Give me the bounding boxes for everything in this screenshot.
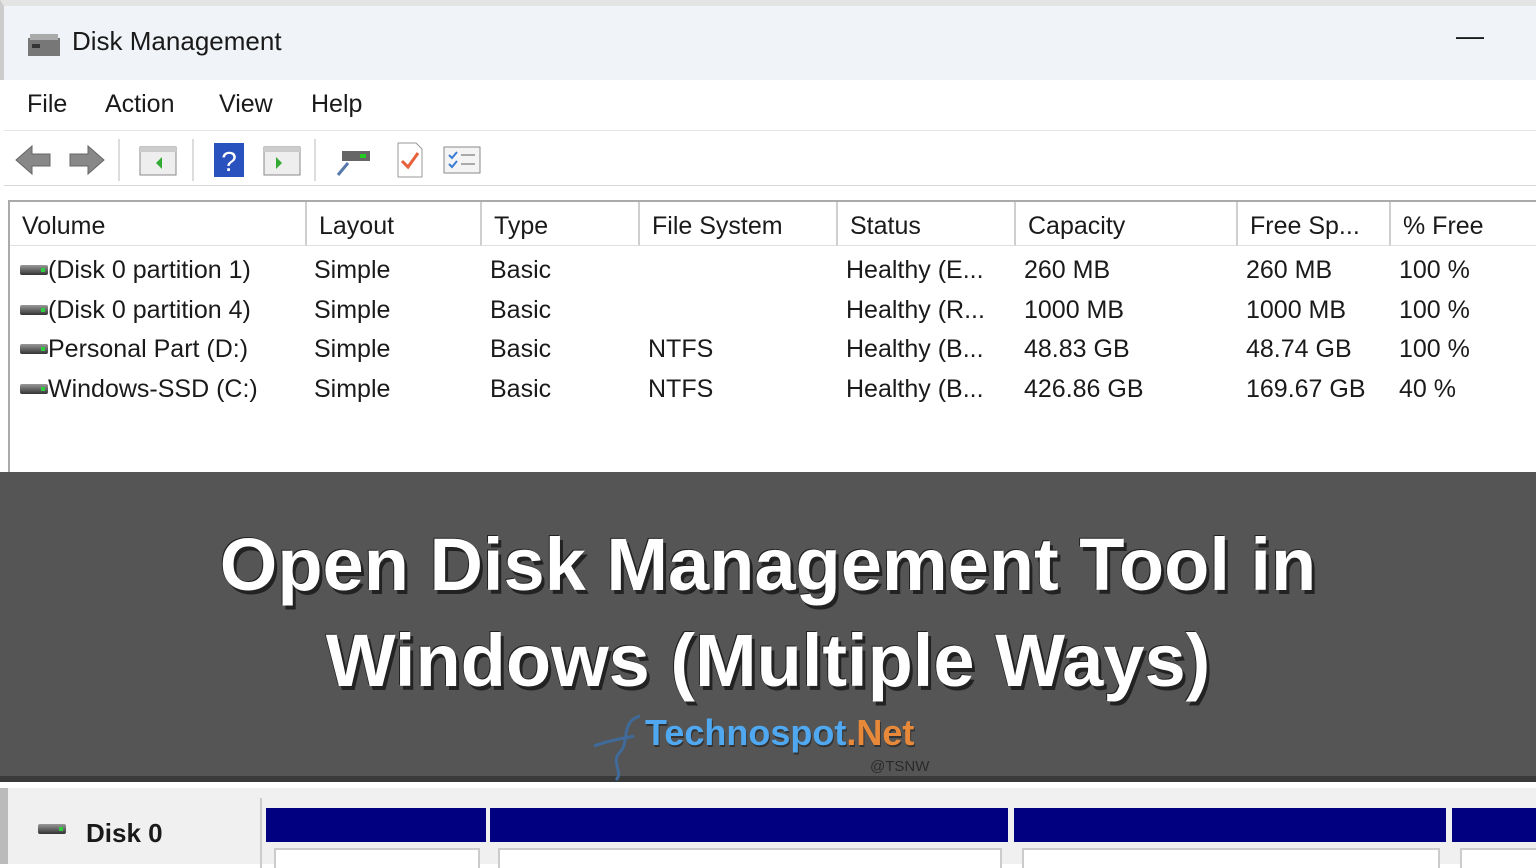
cell-volume: Personal Part (D:) (48, 335, 249, 363)
menu-file[interactable]: File (27, 90, 67, 119)
cell-percent-free: 40 % (1399, 374, 1456, 403)
help-icon[interactable]: ? (210, 141, 250, 179)
column-header-percent-free[interactable]: % Free (1391, 202, 1536, 246)
cell-type: Basic (490, 335, 552, 363)
volume-drive-icon (20, 304, 48, 315)
disk-graphical-view: Disk 0 (0, 788, 1536, 868)
logo-net: .Net (846, 712, 915, 753)
cell-capacity: 260 MB (1024, 256, 1111, 284)
toolbar-separator (314, 139, 316, 181)
show-hide-action-pane-icon[interactable] (262, 141, 302, 179)
banner-headline-line1: Open Disk Management Tool in (219, 523, 1317, 606)
menu-view[interactable]: View (219, 90, 273, 119)
column-header-status[interactable]: Status (838, 202, 1016, 246)
cell-layout: Simple (314, 256, 391, 284)
cell-type: Basic (490, 374, 552, 403)
partition-1-bar[interactable] (266, 808, 486, 842)
show-hide-console-tree-icon[interactable] (138, 141, 178, 179)
forward-icon[interactable] (66, 141, 106, 179)
window-title: Disk Management (72, 26, 282, 56)
disk-management-app-icon (28, 34, 60, 56)
cell-volume: (Disk 0 partition 4) (48, 295, 251, 324)
cell-capacity: 1000 MB (1024, 295, 1125, 324)
menu-help[interactable]: Help (311, 90, 362, 119)
banner-headline-line2: Windows (Multiple Ways) (325, 619, 1211, 702)
volume-drive-icon (20, 265, 48, 275)
disk-drive-icon (38, 824, 66, 834)
cell-type: Basic (490, 295, 552, 324)
cell-free-space: 169.67 GB (1246, 374, 1366, 403)
cell-status: Healthy (B... (846, 335, 984, 363)
cell-status: Healthy (R... (846, 295, 985, 324)
column-header-capacity[interactable]: Capacity (1016, 202, 1238, 246)
partition-2-box[interactable] (498, 848, 1002, 868)
toolbar: ? (4, 130, 1536, 186)
cell-percent-free: 100 % (1399, 335, 1470, 363)
cell-free-space: 48.74 GB (1246, 335, 1352, 363)
cell-type: Basic (490, 256, 552, 284)
title-bar: Disk Management — (0, 0, 1536, 80)
cell-volume: Windows-SSD (C:) (48, 374, 258, 403)
partition-3-bar[interactable] (1014, 808, 1446, 842)
column-header-layout[interactable]: Layout (307, 202, 482, 246)
cell-percent-free: 100 % (1399, 256, 1470, 284)
svg-text:?: ? (221, 146, 237, 177)
partition-3-box[interactable] (1022, 848, 1440, 868)
cell-layout: Simple (314, 295, 391, 324)
cell-status: Healthy (B... (846, 374, 984, 403)
cell-percent-free: 100 % (1399, 295, 1470, 324)
cell-capacity: 48.83 GB (1024, 335, 1130, 363)
column-header-file-system[interactable]: File System (640, 202, 838, 246)
disk-0-label: Disk 0 (86, 818, 163, 848)
cell-free-space: 260 MB (1246, 256, 1333, 284)
cell-layout: Simple (314, 374, 391, 403)
menu-action[interactable]: Action (105, 90, 174, 119)
column-header-free-space[interactable]: Free Sp... (1238, 202, 1391, 246)
checklist-icon[interactable] (442, 141, 482, 179)
cell-free-space: 1000 MB (1246, 295, 1347, 324)
cell-capacity: 426.86 GB (1024, 374, 1144, 403)
toolbar-separator (118, 139, 120, 181)
volume-drive-icon (20, 344, 48, 354)
logo-handle: @TSNW (870, 758, 930, 775)
cell-volume: (Disk 0 partition 1) (48, 256, 251, 284)
partition-2-bar[interactable] (490, 808, 1008, 842)
menu-bar: File Action View Help (4, 80, 1536, 130)
technospot-logo: Technospot.Net (645, 712, 914, 754)
divider (260, 798, 262, 868)
toolbar-separator (192, 139, 194, 181)
back-icon[interactable] (14, 141, 54, 179)
technospot-logo-swoosh-icon (593, 714, 641, 782)
partition-4-box[interactable] (1460, 848, 1536, 868)
minimize-button[interactable]: — (1456, 20, 1484, 52)
column-header-type[interactable]: Type (482, 202, 640, 246)
volume-list: Volume Layout Type File System Status Ca… (8, 200, 1536, 472)
cell-layout: Simple (314, 335, 391, 363)
volume-drive-icon (20, 383, 48, 394)
properties-check-icon[interactable] (390, 141, 430, 179)
logo-text: Technospot (645, 712, 847, 753)
partition-1-box[interactable] (274, 848, 480, 868)
cell-status: Healthy (E... (846, 256, 984, 284)
column-header-volume[interactable]: Volume (10, 202, 307, 246)
partition-4-bar[interactable] (1452, 808, 1536, 842)
rescan-disks-icon[interactable] (334, 141, 374, 179)
cell-file-system: NTFS (648, 335, 714, 363)
cell-file-system: NTFS (648, 374, 714, 403)
